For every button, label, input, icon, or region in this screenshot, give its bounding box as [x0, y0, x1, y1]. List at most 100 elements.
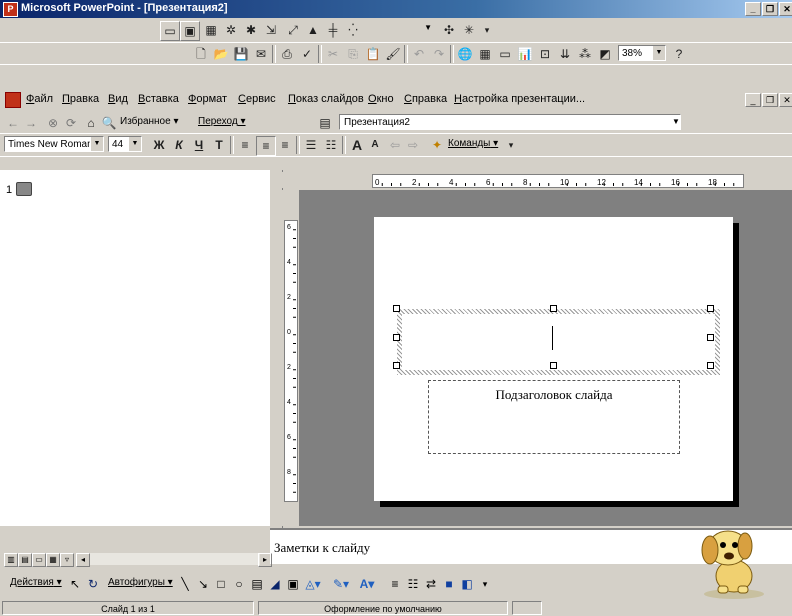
animation-icon[interactable]: ✲: [222, 21, 240, 39]
zoom-combo[interactable]: 38% ▼: [618, 45, 666, 61]
rehearse-icon[interactable]: ✣: [440, 21, 458, 39]
outline-view-icon[interactable]: ▤: [18, 553, 32, 567]
slide-icon[interactable]: [16, 182, 32, 196]
line-icon[interactable]: ╲: [176, 575, 194, 593]
show-web-toolbar-icon[interactable]: ▤: [316, 114, 334, 132]
menu-slideshow[interactable]: Показ слайдов: [288, 93, 364, 105]
italic-icon[interactable]: К: [170, 136, 188, 154]
doc-minimize-button[interactable]: _: [745, 93, 761, 107]
oval-icon[interactable]: ○: [230, 575, 248, 593]
chevron-down-icon[interactable]: ▼: [90, 137, 103, 151]
menu-presentation-setup[interactable]: Настройка презентации...: [454, 93, 585, 105]
arrow-style-icon[interactable]: ⇄: [422, 575, 440, 593]
address-dropdown[interactable]: ▼: [672, 114, 682, 130]
title-placeholder-body[interactable]: [402, 314, 715, 370]
horizontal-scrollbar-track[interactable]: [90, 553, 260, 565]
subtitle-placeholder[interactable]: Подзаголовок слайда: [428, 380, 680, 454]
restore-button[interactable]: ❐: [762, 2, 778, 16]
menu-view[interactable]: Вид: [108, 93, 128, 105]
back-arrow-icon[interactable]: ←: [4, 114, 22, 132]
bold-icon[interactable]: Ж: [150, 136, 168, 154]
select-pointer-icon[interactable]: ↖: [66, 575, 84, 593]
home-icon[interactable]: ⌂: [82, 114, 100, 132]
line-style-icon[interactable]: ≡: [386, 575, 404, 593]
address-field[interactable]: Презентация2: [339, 114, 681, 130]
title-placeholder[interactable]: [397, 309, 720, 375]
scroll-left-icon[interactable]: ◂: [76, 553, 90, 567]
doc-close-button[interactable]: ✕: [779, 93, 792, 107]
demote-icon[interactable]: ⇨: [404, 136, 422, 154]
expand-all-icon[interactable]: ⇊: [556, 45, 574, 63]
resize-handle-se[interactable]: [707, 362, 714, 369]
menu-edit[interactable]: Правка: [62, 93, 99, 105]
save-icon[interactable]: 💾: [232, 45, 250, 63]
wordart-icon[interactable]: ◢: [266, 575, 284, 593]
slideshow-view-icon[interactable]: ▿: [60, 553, 74, 567]
menu-format[interactable]: Формат: [188, 93, 227, 105]
paste-icon[interactable]: 📋: [364, 45, 382, 63]
grayscale-icon[interactable]: ◩: [596, 45, 614, 63]
show-formatting-icon[interactable]: ⁂: [576, 45, 594, 63]
minimize-button[interactable]: _: [745, 2, 761, 16]
effects-icon[interactable]: ✱: [242, 21, 260, 39]
table-icon[interactable]: ╪: [324, 21, 342, 39]
cut-icon[interactable]: ✂: [324, 45, 342, 63]
vertical-ruler[interactable]: 6420246810: [282, 190, 298, 526]
hyperlink-icon[interactable]: 🌐: [456, 45, 474, 63]
help-icon[interactable]: ?: [670, 45, 688, 63]
decrease-font-icon[interactable]: A: [366, 136, 384, 154]
align-right-icon[interactable]: ≡: [276, 136, 294, 154]
slide-layout-icon[interactable]: ▭: [160, 21, 180, 41]
redo-icon[interactable]: ↷: [430, 45, 448, 63]
menu-file[interactable]: Файл: [26, 93, 53, 105]
resize-handle-n[interactable]: [550, 305, 557, 312]
resize-handle-e[interactable]: [707, 334, 714, 341]
menu-help[interactable]: Справка: [404, 93, 447, 105]
refresh-icon[interactable]: ⟳: [62, 114, 80, 132]
bulleted-list-icon[interactable]: ☷: [322, 136, 340, 154]
toolbar-more-icon[interactable]: ▾: [502, 136, 520, 154]
resize-handle-ne[interactable]: [707, 305, 714, 312]
forward-arrow-icon[interactable]: →: [22, 114, 40, 132]
animation-effects-icon[interactable]: ✦: [428, 136, 446, 154]
font-color-icon[interactable]: A▾: [358, 575, 376, 593]
clipart-icon[interactable]: ▣: [284, 575, 302, 593]
arrow-icon[interactable]: ↘: [194, 575, 212, 593]
align-center-icon[interactable]: ≡: [256, 136, 276, 156]
underline-icon[interactable]: Ч: [190, 136, 208, 154]
promote-icon[interactable]: ⇦: [386, 136, 404, 154]
numbered-list-icon[interactable]: ☰: [302, 136, 320, 154]
chevron-down-icon[interactable]: ▼: [652, 46, 665, 60]
new-slide-button-icon[interactable]: ⊡: [536, 45, 554, 63]
increase-font-icon[interactable]: A: [348, 136, 366, 154]
menu-insert[interactable]: Вставка: [138, 93, 179, 105]
dash-style-icon[interactable]: ☷: [404, 575, 422, 593]
open-icon[interactable]: 📂: [212, 45, 230, 63]
misc-icon[interactable]: ⁛: [344, 21, 362, 39]
table-insert-icon[interactable]: ▦: [476, 45, 494, 63]
transition-combo[interactable]: ▼: [366, 23, 434, 37]
office-assistant-dog[interactable]: [690, 520, 780, 600]
rectangle-icon[interactable]: □: [212, 575, 230, 593]
commands-menu[interactable]: Команды ▾: [448, 138, 498, 149]
line-color-icon[interactable]: ✎▾: [332, 575, 350, 593]
resize-handle-w[interactable]: [393, 334, 400, 341]
menu-tools[interactable]: Сервис: [238, 93, 276, 105]
toolbar-options-icon[interactable]: ▾: [478, 21, 496, 39]
powerpoint-app-icon[interactable]: P: [3, 2, 18, 17]
transition-icon[interactable]: ⇲: [262, 21, 280, 39]
email-icon[interactable]: ✉: [252, 45, 270, 63]
stop-icon[interactable]: ⊗: [44, 114, 62, 132]
clip-icon[interactable]: ⤢: [284, 21, 302, 39]
actions-menu[interactable]: Действия ▾: [10, 577, 62, 588]
new-document-icon[interactable]: 🗋: [192, 45, 210, 63]
autoshapes-menu[interactable]: Автофигуры ▾: [108, 577, 173, 588]
chart-icon[interactable]: ▲: [304, 21, 322, 39]
print-icon[interactable]: ⎙: [278, 45, 296, 63]
font-name-combo[interactable]: Times New Roman ▼: [4, 136, 104, 152]
star-icon[interactable]: ✳: [460, 21, 478, 39]
document-icon[interactable]: [5, 92, 21, 108]
resize-handle-nw[interactable]: [393, 305, 400, 312]
free-rotate-icon[interactable]: ↻: [84, 575, 102, 593]
horizontal-ruler[interactable]: 02468101214161820: [282, 172, 792, 188]
